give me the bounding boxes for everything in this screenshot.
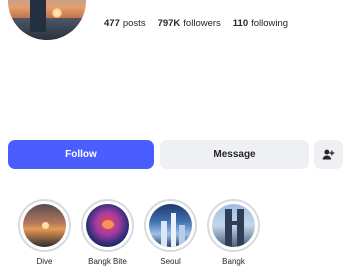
- highlight-ring: [207, 199, 260, 252]
- message-button[interactable]: Message: [160, 140, 309, 169]
- highlight-cover: [86, 204, 129, 247]
- add-user-icon: [322, 149, 335, 160]
- stat-followers[interactable]: 797K followers: [158, 18, 221, 29]
- highlight-cover: [23, 204, 66, 247]
- highlight-cover: [212, 204, 255, 247]
- posts-count: 477: [104, 18, 120, 29]
- highlight-ring: [144, 199, 197, 252]
- highlight-item[interactable]: Seoul: [144, 199, 197, 266]
- highlight-item[interactable]: Bangk Bite: [81, 199, 134, 266]
- highlight-item[interactable]: Bangk: [207, 199, 260, 266]
- following-count: 110: [232, 18, 249, 29]
- profile-stats: 477 posts 797K followers 110 following: [104, 18, 288, 29]
- avatar-sun: [52, 8, 62, 18]
- stat-following[interactable]: 110 following: [233, 18, 288, 29]
- highlight-ring: [18, 199, 71, 252]
- stat-posts[interactable]: 477 posts: [104, 18, 146, 29]
- story-highlights: Dive Bangk Bite Seoul Bangk: [18, 199, 260, 266]
- add-user-button[interactable]: [314, 140, 343, 169]
- followers-count: 797K: [157, 18, 181, 29]
- highlight-label: Seoul: [160, 257, 181, 266]
- highlight-item[interactable]: Dive: [18, 199, 71, 266]
- avatar-figure: [30, 0, 46, 32]
- posts-label: posts: [122, 18, 146, 29]
- following-label: following: [251, 18, 289, 29]
- followers-label: followers: [183, 18, 221, 29]
- highlight-cover: [149, 204, 192, 247]
- highlight-ring: [81, 199, 134, 252]
- highlight-label: Dive: [36, 257, 53, 266]
- highlight-label: Bangk Bite: [88, 257, 127, 266]
- avatar-sea: [8, 18, 86, 40]
- profile-avatar[interactable]: [8, 0, 86, 40]
- highlight-label: Bangk: [222, 257, 245, 266]
- follow-button[interactable]: Follow: [8, 140, 154, 169]
